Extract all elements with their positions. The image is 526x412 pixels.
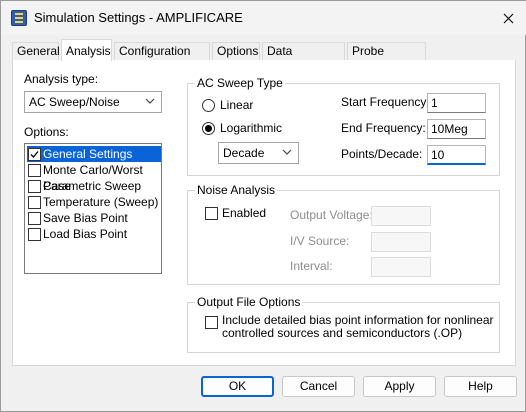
checkbox[interactable] xyxy=(28,164,41,177)
dialog-window: Simulation Settings - AMPLIFICARE Genera… xyxy=(0,0,526,412)
options-list[interactable]: General Settings Monte Carlo/Worst Case … xyxy=(24,143,162,274)
ok-button[interactable]: OK xyxy=(201,376,274,397)
list-item-temperature-sweep[interactable]: Temperature (Sweep) xyxy=(27,194,161,210)
end-frequency-label: End Frequency: xyxy=(341,121,426,135)
logarithmic-radio[interactable] xyxy=(202,122,215,135)
chevron-down-icon xyxy=(145,98,155,104)
checkbox[interactable] xyxy=(28,180,41,193)
window-title: Simulation Settings - AMPLIFICARE xyxy=(34,10,243,25)
iv-source-input xyxy=(371,232,431,252)
tab-options[interactable]: Options xyxy=(212,42,260,61)
tab-configuration-files[interactable]: Configuration Files xyxy=(114,42,210,75)
tab-probe-window[interactable]: Probe Window xyxy=(347,42,426,75)
checkbox[interactable] xyxy=(28,196,41,209)
list-item-label: Save Bias Point xyxy=(43,211,128,225)
checkbox[interactable] xyxy=(28,212,41,225)
list-item-load-bias-point[interactable]: Load Bias Point xyxy=(27,226,161,242)
list-item-label: Parametric Sweep xyxy=(43,179,142,193)
help-button[interactable]: Help xyxy=(444,376,517,397)
start-frequency-label: Start Frequency: xyxy=(341,95,430,109)
iv-source-label: I/V Source: xyxy=(290,234,350,248)
detailed-bias-point-checkbox[interactable] xyxy=(205,316,218,329)
checkbox[interactable] xyxy=(28,148,41,161)
list-item-general-settings[interactable]: General Settings xyxy=(27,146,161,162)
list-item-label: General Settings xyxy=(43,147,133,161)
points-per-decade-label: Points/Decade: xyxy=(341,147,423,161)
list-item-label: Temperature (Sweep) xyxy=(43,195,159,209)
detailed-bias-point-label[interactable]: Include detailed bias point information … xyxy=(222,314,494,340)
apply-button[interactable]: Apply xyxy=(363,376,436,397)
close-icon xyxy=(503,13,513,23)
cancel-button[interactable]: Cancel xyxy=(282,376,355,397)
interval-input xyxy=(371,257,431,277)
analysis-type-select[interactable]: AC Sweep/Noise xyxy=(24,91,162,113)
list-item-monte-carlo[interactable]: Monte Carlo/Worst Case xyxy=(27,162,161,193)
list-item-label: Load Bias Point xyxy=(43,227,128,241)
checkbox[interactable] xyxy=(28,228,41,241)
close-button[interactable] xyxy=(489,1,526,35)
linear-radio[interactable] xyxy=(202,99,215,112)
tab-data-collection[interactable]: Data Collection xyxy=(262,42,345,75)
tab-general[interactable]: General xyxy=(12,42,60,61)
log-scale-select[interactable]: Decade xyxy=(218,142,299,164)
chevron-down-icon xyxy=(282,149,292,155)
noise-analysis-title: Noise Analysis xyxy=(195,183,278,197)
ac-sweep-type-title: AC Sweep Type xyxy=(195,76,285,90)
output-file-options-title: Output File Options xyxy=(195,295,303,309)
options-label: Options: xyxy=(24,125,69,139)
noise-enabled-label[interactable]: Enabled xyxy=(222,206,266,220)
checkmark-icon xyxy=(30,151,39,158)
output-voltage-label: Output Voltage: xyxy=(290,208,373,222)
analysis-type-label: Analysis type: xyxy=(24,72,99,86)
output-voltage-input xyxy=(371,206,431,226)
end-frequency-input[interactable]: 10Meg xyxy=(427,119,486,139)
logarithmic-label[interactable]: Logarithmic xyxy=(220,121,282,135)
tab-analysis[interactable]: Analysis xyxy=(61,39,112,61)
start-frequency-input[interactable]: 1 xyxy=(427,93,486,113)
title-bar[interactable]: Simulation Settings - AMPLIFICARE xyxy=(1,1,526,35)
list-item-parametric-sweep[interactable]: Parametric Sweep xyxy=(27,178,161,194)
noise-enabled-checkbox[interactable] xyxy=(205,207,218,220)
linear-label[interactable]: Linear xyxy=(220,98,253,112)
app-icon xyxy=(11,10,27,26)
interval-label: Interval: xyxy=(290,259,333,273)
points-per-decade-input[interactable]: 10 xyxy=(427,145,486,165)
list-item-save-bias-point[interactable]: Save Bias Point xyxy=(27,210,161,226)
